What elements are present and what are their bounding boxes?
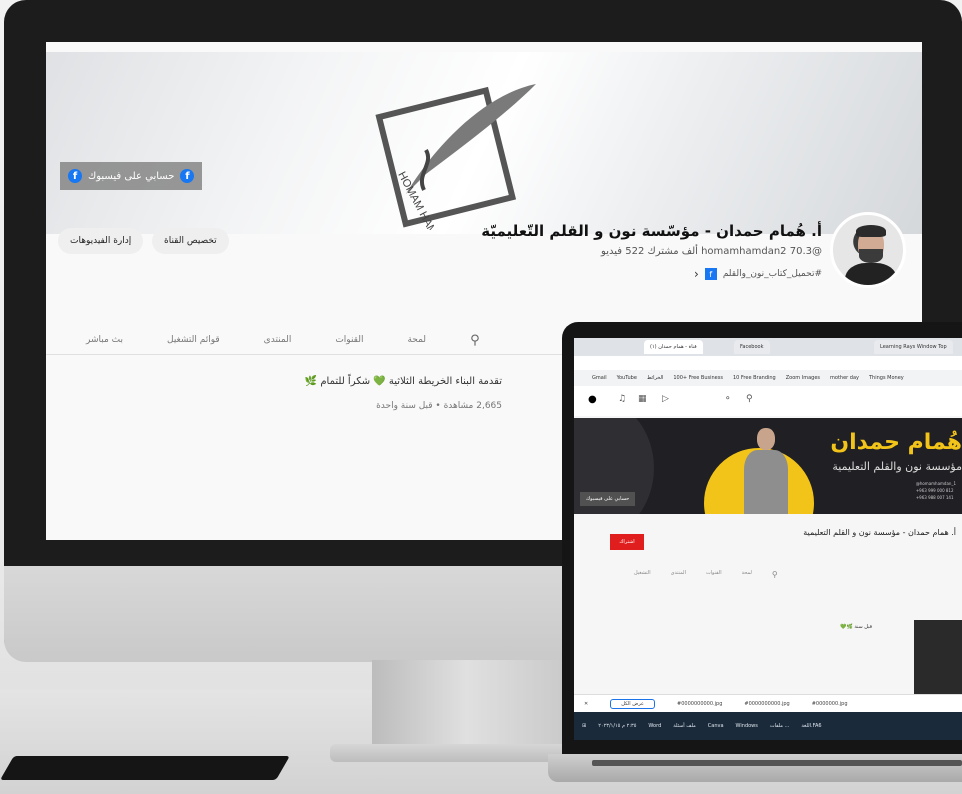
channel-name: أ. هُمام حمدان - مؤسّسة نون و القلم التّ… <box>481 222 822 240</box>
avatar[interactable]: ● <box>588 394 597 405</box>
bookmark[interactable]: Things Money <box>869 375 904 381</box>
bookmark[interactable]: Zoom Images <box>786 375 820 381</box>
community-post[interactable]: تقدمة البناء الخريطة الثلاثية 💚 شكراً لل… <box>305 376 502 411</box>
tab-channels[interactable]: القنوات <box>706 570 722 579</box>
search-icon[interactable]: ⚲ <box>470 333 480 348</box>
notebook-on-desk <box>0 756 290 780</box>
post-text: تقدمة البناء الخريطة الثلاثية 💚 شكراً لل… <box>304 376 502 387</box>
create-video-icon[interactable]: ▷ <box>662 394 669 404</box>
mic-icon[interactable]: ⚬ <box>724 394 732 404</box>
download-item[interactable]: #0000000000.jpg <box>677 701 722 707</box>
quill-logo-icon: HOMAM HAMADAN <box>375 84 536 230</box>
banner-facebook-link[interactable]: حسابي على فيسبوك <box>580 492 636 506</box>
channel-avatar[interactable] <box>830 212 906 288</box>
browser-tab-strip: (١) قناة - همام حمدان Facebook Learning … <box>574 338 962 356</box>
search-icon[interactable]: ⚲ <box>772 570 778 579</box>
bookmarks-bar: Gmail YouTube الخرائط 100+ Free Business… <box>574 370 962 386</box>
tab-playlists[interactable]: قوائم التشغيل <box>167 335 220 345</box>
video-thumbnail[interactable] <box>914 620 962 696</box>
taskbar-clock: ٢:٣٥ م ٢٠٢٣/١/١٥ <box>598 723 637 729</box>
bookmark[interactable]: YouTube <box>617 375 637 381</box>
browser-tab[interactable]: (١) قناة - همام حمدان <box>644 340 703 354</box>
banner-subtitle: مؤسسة نون والقلم التعليمية <box>832 460 962 473</box>
browser-tab[interactable]: Facebook <box>734 340 770 354</box>
bookmark[interactable]: الخرائط <box>647 375 663 381</box>
channel-banner: HOMAM HAMADAN f حسابي على فيسبوك f <box>46 52 922 234</box>
taskbar-app[interactable]: Word <box>648 723 661 729</box>
laptop-base <box>548 754 962 782</box>
taskbar-app[interactable]: Windows <box>736 723 758 729</box>
bookmark[interactable]: Gmail <box>592 375 607 381</box>
tab-channels[interactable]: القنوات <box>335 335 363 345</box>
banner-contacts: @homamhamdan_1 +963 999 000 812 +963 988… <box>915 481 956 500</box>
windows-start-icon[interactable]: ⊞ <box>582 723 586 729</box>
laptop-screen: (١) قناة - همام حمدان Facebook Learning … <box>574 338 962 740</box>
address-bar[interactable] <box>574 356 962 370</box>
subscribe-button[interactable]: اشتراك <box>610 534 644 550</box>
taskbar-app[interactable]: اللغة.FA6 <box>801 723 821 729</box>
channel-meta: @homamhamdan2 70.3 ألف مشترك 522 فيديو <box>481 246 822 257</box>
facebook-icon: f <box>180 169 195 183</box>
laptop-post[interactable]: قبل سنة 🌿💚 <box>840 624 872 630</box>
apps-grid-icon[interactable]: ▦ <box>638 394 647 404</box>
show-all-button[interactable]: عرض الكل <box>610 698 656 709</box>
windows-taskbar: ⊞ ٢:٣٥ م ٢٠٢٣/١/١٥ Word ملف أسئلة Canva … <box>574 712 962 740</box>
channel-tagline-row[interactable]: #تحميل_كتاب_نون_والقلم f ‹ <box>481 267 822 281</box>
facebook-icon: f <box>68 169 82 183</box>
tab-about[interactable]: لمحة <box>407 335 426 345</box>
imac-stand <box>372 660 582 756</box>
banner-facebook-link[interactable]: f حسابي على فيسبوك f <box>60 162 203 190</box>
banner-title: هُمام حمدان <box>830 430 962 455</box>
bookmark[interactable]: mother day <box>830 375 859 381</box>
taskbar-app[interactable]: ملفات ... <box>770 723 789 729</box>
customize-channel-button[interactable]: تخصيص القناة <box>152 228 229 254</box>
laptop-channel-banner: هُمام حمدان مؤسسة نون والقلم التعليمية @… <box>574 418 962 514</box>
laptop-channel-name: أ. همام حمدان - مؤسسة نون و القلم التعلي… <box>803 528 956 537</box>
laptop-channel-tabs: التشغيل المنتدى القنوات لمحة ⚲ <box>634 570 962 579</box>
banner-portrait <box>744 428 788 514</box>
browser-tab[interactable]: Learning Rays Window Top <box>874 340 953 354</box>
manage-videos-button[interactable]: إدارة الفيديوهات <box>58 228 144 254</box>
banner-link-label: حسابي على فيسبوك <box>88 170 175 182</box>
bookmark[interactable]: 100+ Free Business <box>673 375 723 381</box>
search-icon[interactable]: ⚲ <box>746 394 753 404</box>
taskbar-app[interactable]: ملف أسئلة <box>673 723 696 729</box>
close-icon[interactable]: ✕ <box>584 701 588 707</box>
chevron-left-icon: ‹ <box>694 267 699 281</box>
bookmark[interactable]: 10 Free Branding <box>733 375 776 381</box>
tab-about[interactable]: لمحة <box>742 570 752 579</box>
downloads-bar: ✕ عرض الكل #0000000000.jpg #0000000000.j… <box>574 694 962 712</box>
tab-community[interactable]: المنتدى <box>264 335 292 345</box>
channel-videos: 522 فيديو <box>601 246 645 257</box>
taskbar-app[interactable]: Canva <box>708 723 724 729</box>
download-item[interactable]: #0000000.jpg <box>812 701 848 707</box>
tab-community[interactable]: المنتدى <box>671 570 686 579</box>
tab-playlists[interactable]: التشغيل <box>634 570 651 579</box>
tab-live[interactable]: بث مباشر <box>86 335 123 345</box>
download-item[interactable]: #0000000000.jpg <box>744 701 789 707</box>
facebook-icon: f <box>704 268 717 280</box>
channel-tagline: #تحميل_كتاب_نون_والقلم <box>722 269 822 279</box>
channel-info: أ. هُمام حمدان - مؤسّسة نون و القلم التّ… <box>481 222 822 281</box>
laptop-keyboard-edge <box>592 760 962 766</box>
post-meta: 2,665 مشاهدة • قبل سنة واحدة <box>376 401 502 411</box>
youtube-header: ● ♫ ▦ ▷ ⚬ ⚲ <box>574 386 962 416</box>
bell-icon[interactable]: ♫ <box>618 394 626 404</box>
